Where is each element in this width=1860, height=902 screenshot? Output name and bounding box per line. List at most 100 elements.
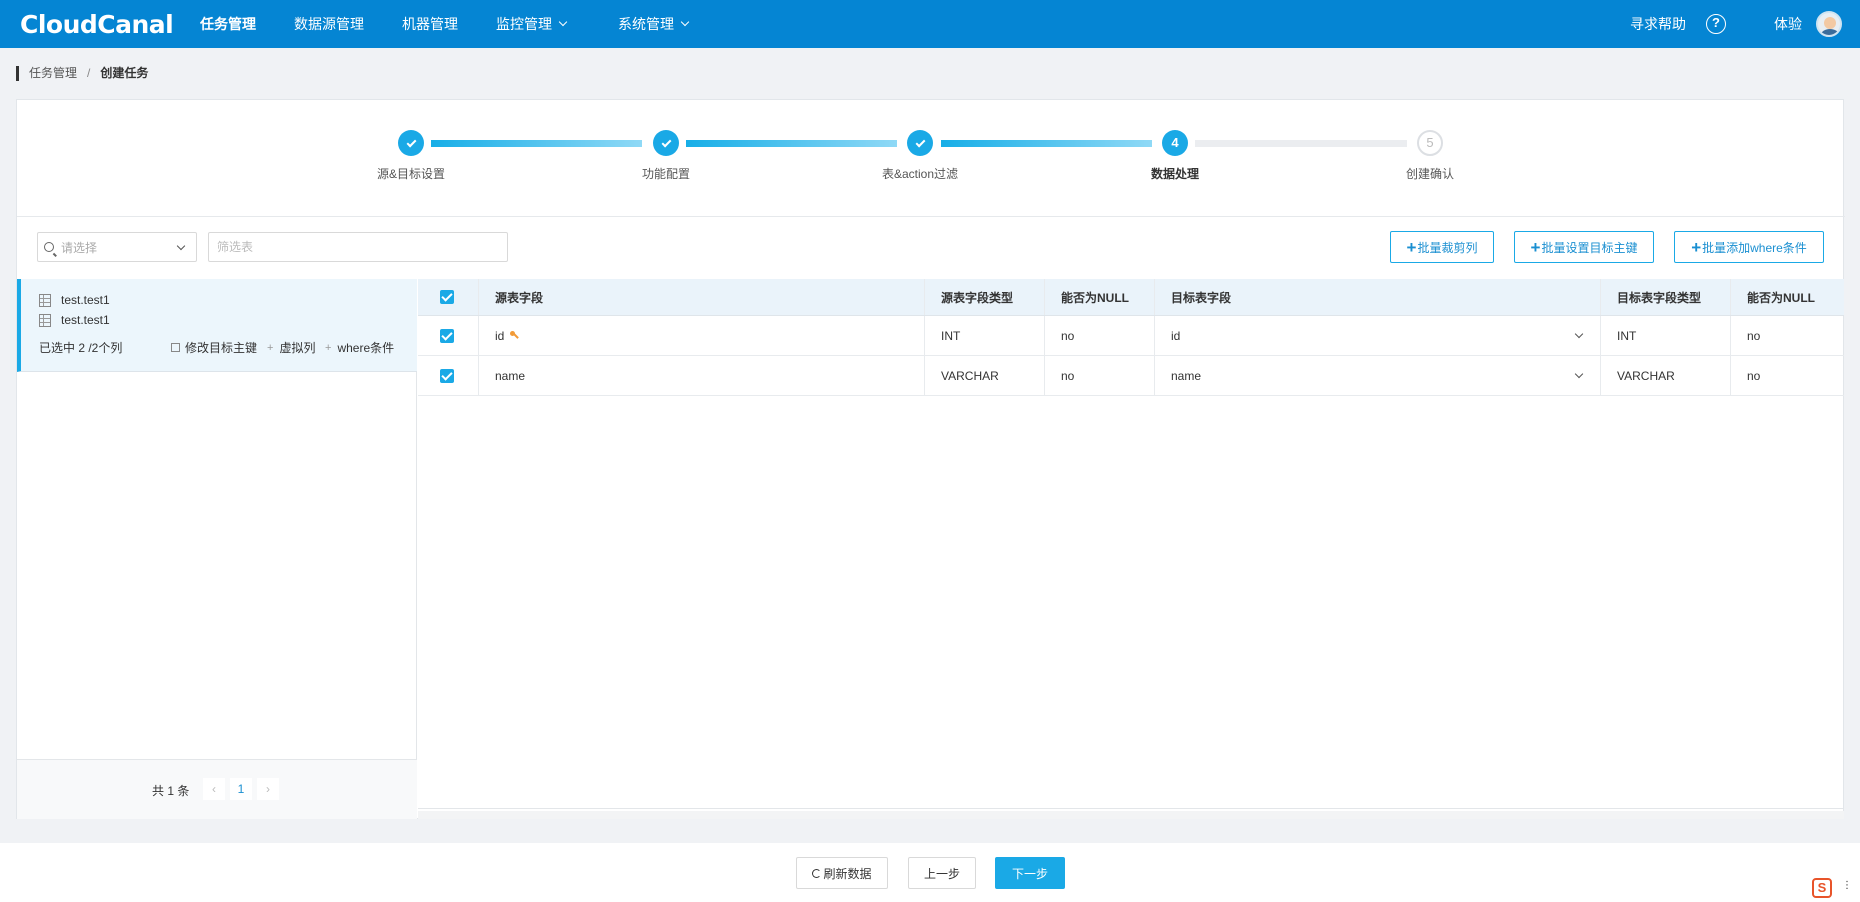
source-type-cell: VARCHAR [925, 356, 1045, 395]
nav-label: 系统管理 [618, 16, 674, 32]
source-nullable-cell: no [1045, 356, 1155, 395]
step-3-label: 表&action过滤 [881, 167, 959, 181]
step-connector-1 [431, 140, 642, 147]
primary-key-icon [510, 331, 519, 340]
table-row: id INT no id INT no [418, 316, 1844, 356]
header-target-field: 目标表字段 [1155, 279, 1601, 315]
source-field-name: name [495, 368, 526, 383]
header-source-nullable: 能否为NULL [1045, 279, 1155, 315]
step-connector-2 [686, 140, 897, 147]
source-nullable-cell: no [1045, 316, 1155, 355]
help-link[interactable]: 寻求帮助 [1630, 14, 1686, 34]
prev-step-button[interactable]: 上一步 [908, 857, 976, 889]
table-header: 源表字段 源表字段类型 能否为NULL 目标表字段 目标表字段类型 能否为NUL… [418, 279, 1844, 316]
table-filter-input[interactable] [208, 232, 508, 262]
ime-icon[interactable]: S [1812, 878, 1832, 898]
step-3-check-icon [907, 130, 933, 156]
avatar[interactable] [1816, 11, 1842, 37]
refresh-data-button[interactable]: 刷新数据 [796, 857, 888, 889]
row-select-cell [418, 356, 479, 395]
nav-machine-management[interactable]: 机器管理 [402, 0, 458, 48]
chevron-down-icon [558, 17, 568, 27]
row-checkbox[interactable] [440, 368, 454, 383]
target-field-select[interactable]: name [1155, 356, 1601, 395]
button-label: 批量添加where条件 [1702, 240, 1807, 255]
nav-task-management[interactable]: 任务管理 [200, 0, 256, 48]
next-step-button[interactable]: 下一步 [995, 857, 1065, 889]
step-connector-4 [1195, 140, 1407, 147]
edit-icon [171, 343, 180, 352]
source-field-cell: name [479, 356, 925, 395]
column-mapping-table: 源表字段 源表字段类型 能否为NULL 目标表字段 目标表字段类型 能否为NUL… [418, 279, 1844, 809]
target-table-name: test.test1 [61, 313, 110, 327]
target-field-value: id [1171, 328, 1181, 343]
button-label: 刷新数据 [823, 866, 872, 881]
plus-icon: + [1691, 237, 1702, 257]
table-horizontal-scrollbar[interactable] [418, 811, 1844, 819]
step-5-label: 创建确认 [1405, 167, 1454, 181]
header-source-field: 源表字段 [479, 279, 925, 315]
nav-monitor-management[interactable]: 监控管理 [496, 0, 568, 48]
breadcrumb: 任务管理 / 创建任务 [16, 66, 148, 81]
target-field-select[interactable]: id [1155, 316, 1601, 355]
select-all-checkbox[interactable] [440, 290, 454, 304]
pagination-total: 共 1 条 [152, 784, 190, 798]
select-placeholder: 请选择 [61, 240, 98, 255]
main-card: 4 5 源&目标设置 功能配置 表&action过滤 数据处理 创建确认 请选择… [16, 99, 1845, 819]
link-label: 修改目标主键 [185, 341, 258, 355]
step-1-label: 源&目标设置 [376, 167, 445, 181]
cloudcanal-logo[interactable]: CloudCanal [20, 10, 174, 39]
plus-icon: + [325, 341, 332, 354]
step-1-check-icon [398, 130, 424, 156]
table-icon [39, 313, 51, 327]
footer-actions: 刷新数据 上一步 下一步 [0, 843, 1860, 902]
virtual-column-link[interactable]: + 虚拟列 [267, 339, 315, 356]
step-5-number: 5 [1417, 130, 1443, 156]
modify-target-pk-link[interactable]: 修改目标主键 [171, 339, 257, 356]
selected-columns-count: 已选中 2 /2个列 [39, 341, 123, 355]
link-label: where条件 [337, 341, 395, 355]
source-field-name: id [495, 328, 505, 343]
plus-icon: + [1530, 237, 1541, 257]
step-4-number: 4 [1162, 130, 1188, 156]
next-page-button[interactable]: › [257, 778, 279, 800]
where-condition-link[interactable]: + where条件 [325, 339, 394, 356]
table-row: name VARCHAR no name VARCHAR no [418, 356, 1844, 396]
source-table-line: test.test1 [39, 293, 110, 307]
step-progress: 4 5 源&目标设置 功能配置 表&action过滤 数据处理 创建确认 [17, 100, 1845, 217]
prev-page-button[interactable]: ‹ [203, 778, 225, 800]
step-2-label: 功能配置 [641, 167, 690, 181]
page-1-button[interactable]: 1 [230, 778, 252, 800]
task-select[interactable]: 请选择 [37, 232, 197, 262]
main-nav: 任务管理 数据源管理 机器管理 监控管理 系统管理 [200, 0, 726, 48]
question-icon[interactable]: ? [1706, 14, 1726, 34]
table-mapping-item[interactable]: test.test1 test.test1 已选中 2 /2个列 修改目标主键 … [17, 279, 417, 372]
table-list-panel: test.test1 test.test1 已选中 2 /2个列 修改目标主键 … [17, 279, 417, 819]
source-table-name: test.test1 [61, 293, 110, 307]
ime-menu-icon[interactable]: ⋮ [1842, 881, 1852, 896]
nav-label: 监控管理 [496, 16, 552, 32]
target-nullable-cell: no [1747, 368, 1761, 383]
step-2-check-icon [653, 130, 679, 156]
batch-trim-columns-button[interactable]: + 批量裁剪列 [1390, 231, 1494, 263]
batch-add-where-button[interactable]: + 批量添加where条件 [1674, 231, 1824, 263]
user-name[interactable]: 体验 [1774, 14, 1802, 34]
nav-label: 数据源管理 [294, 16, 364, 32]
chevron-down-icon [680, 17, 690, 27]
header-target-type: 目标表字段类型 [1601, 279, 1731, 315]
source-type-cell: INT [925, 316, 1045, 355]
search-icon [44, 242, 54, 252]
batch-set-target-pk-button[interactable]: + 批量设置目标主键 [1514, 231, 1654, 263]
chevron-down-icon [1574, 329, 1584, 339]
refresh-icon [812, 868, 822, 878]
breadcrumb-task-management[interactable]: 任务管理 [29, 66, 77, 81]
chevron-down-icon [176, 241, 186, 251]
source-field-cell: id [479, 316, 925, 355]
row-checkbox[interactable] [440, 328, 454, 343]
plus-icon: + [1406, 237, 1417, 257]
button-label: 批量裁剪列 [1417, 240, 1478, 255]
nav-datasource-management[interactable]: 数据源管理 [294, 0, 364, 48]
nav-label: 任务管理 [200, 16, 256, 32]
nav-system-management[interactable]: 系统管理 [618, 0, 690, 48]
target-nullable-cell: no [1747, 328, 1761, 343]
